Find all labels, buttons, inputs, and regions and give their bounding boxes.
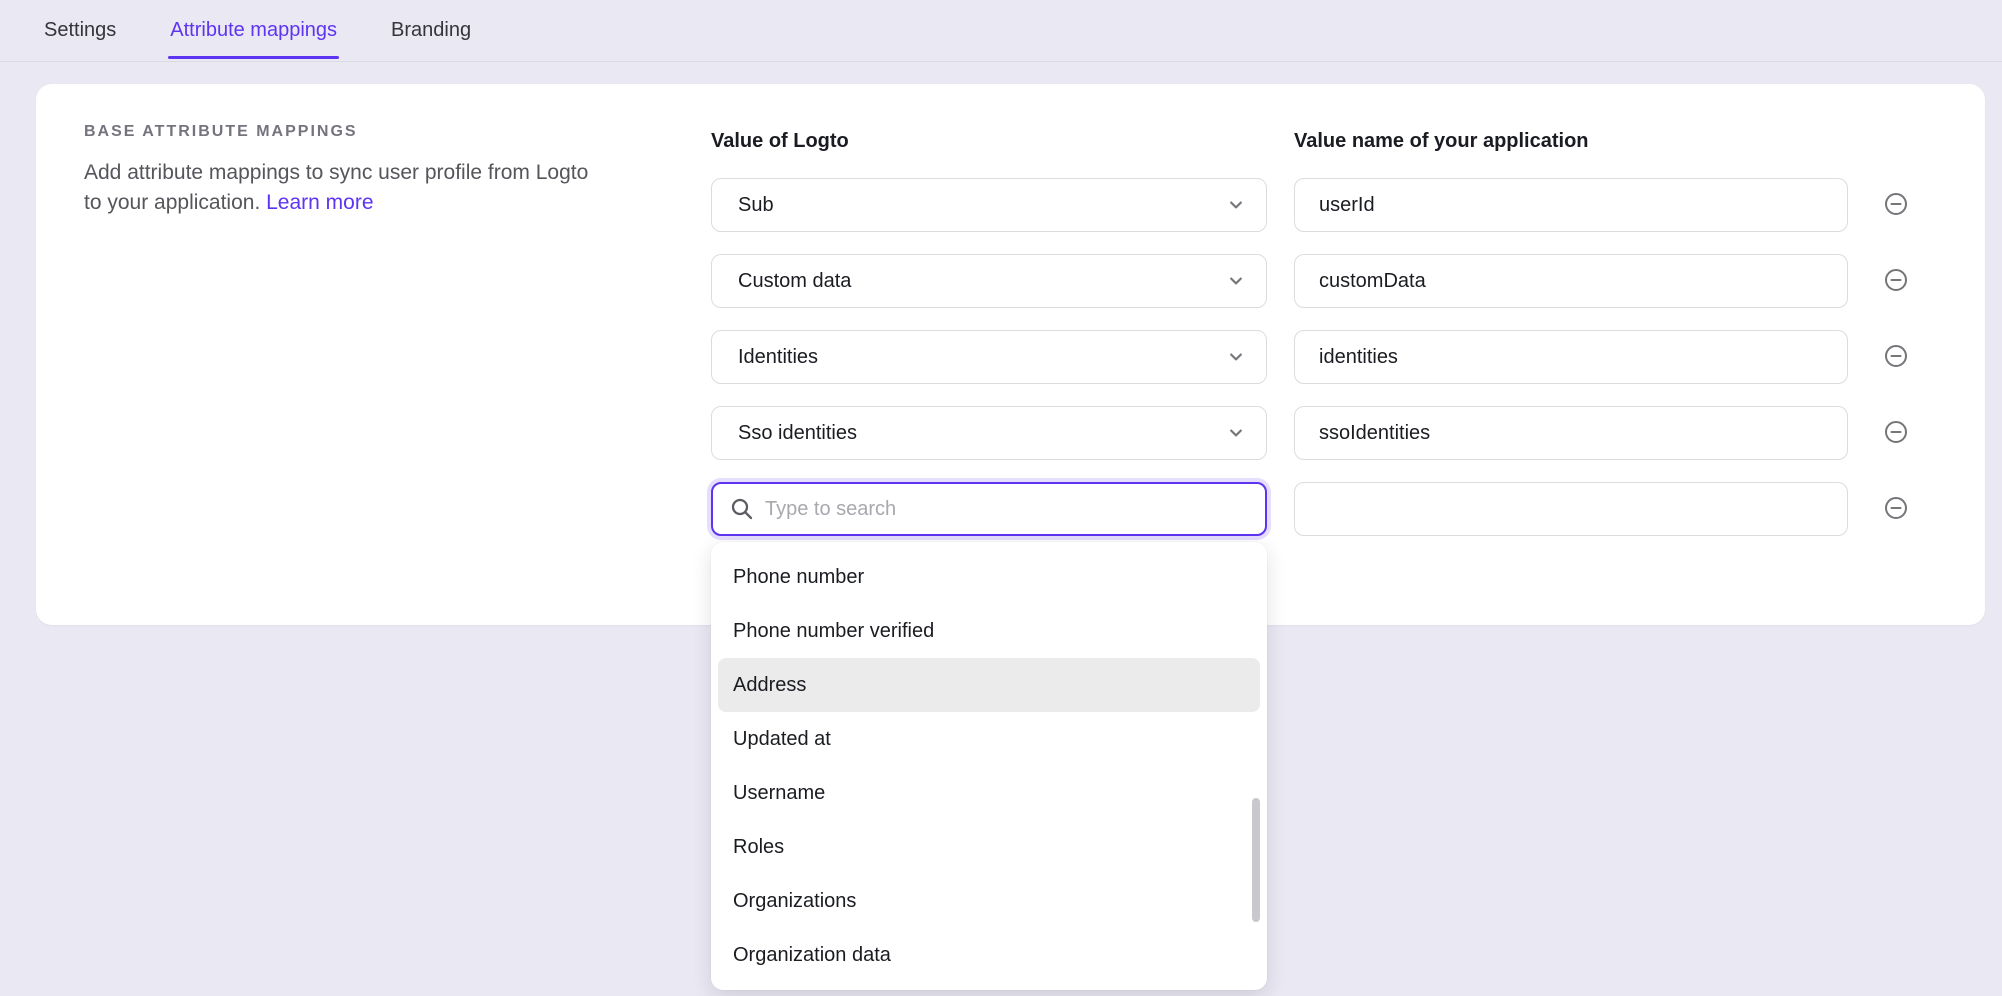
minus-circle-icon bbox=[1884, 268, 1908, 295]
remove-row-5-button[interactable] bbox=[1884, 497, 1908, 521]
remove-row-1-button[interactable] bbox=[1884, 193, 1908, 217]
tab-attribute-mappings[interactable]: Attribute mappings bbox=[168, 0, 339, 61]
search-icon bbox=[729, 496, 755, 522]
logto-value-select-row-3-value: Identities bbox=[738, 346, 818, 369]
app-value-input-row-4[interactable] bbox=[1294, 406, 1848, 460]
column-header-logto: Value of Logto bbox=[711, 130, 849, 153]
tab-branding-label: Branding bbox=[391, 19, 471, 42]
app-value-input-row-2[interactable] bbox=[1294, 254, 1848, 308]
logto-value-select-row-3[interactable]: Identities bbox=[711, 330, 1267, 384]
attribute-options-dropdown: Phone number Phone number verified Addre… bbox=[711, 542, 1267, 990]
logto-value-select-row-2-value: Custom data bbox=[738, 270, 851, 293]
app-value-input-row-1[interactable] bbox=[1294, 178, 1848, 232]
search-input[interactable] bbox=[765, 498, 1249, 521]
dropdown-option-updated-at[interactable]: Updated at bbox=[718, 712, 1260, 766]
learn-more-link[interactable]: Learn more bbox=[266, 191, 373, 214]
dropdown-option-phone-number[interactable]: Phone number bbox=[718, 550, 1260, 604]
chevron-down-icon bbox=[1226, 195, 1246, 215]
chevron-down-icon bbox=[1226, 271, 1246, 291]
dropdown-scrollbar-thumb[interactable] bbox=[1252, 798, 1260, 922]
tab-settings[interactable]: Settings bbox=[42, 0, 118, 61]
tab-bar: Settings Attribute mappings Branding bbox=[0, 0, 2002, 62]
section-title: BASE ATTRIBUTE MAPPINGS bbox=[84, 123, 358, 141]
app-value-input-row-5[interactable] bbox=[1294, 482, 1848, 536]
column-header-application: Value name of your application bbox=[1294, 130, 1589, 153]
logto-value-select-row-1-value: Sub bbox=[738, 194, 774, 217]
chevron-down-icon bbox=[1226, 423, 1246, 443]
remove-row-4-button[interactable] bbox=[1884, 421, 1908, 445]
remove-row-2-button[interactable] bbox=[1884, 269, 1908, 293]
dropdown-option-roles[interactable]: Roles bbox=[718, 820, 1260, 874]
minus-circle-icon bbox=[1884, 344, 1908, 371]
tab-branding[interactable]: Branding bbox=[389, 0, 473, 61]
chevron-down-icon bbox=[1226, 347, 1246, 367]
logto-value-select-row-4-value: Sso identities bbox=[738, 422, 857, 445]
tab-attribute-mappings-label: Attribute mappings bbox=[170, 19, 337, 42]
section-description: Add attribute mappings to sync user prof… bbox=[84, 158, 589, 218]
dropdown-option-address[interactable]: Address bbox=[718, 658, 1260, 712]
active-tab-underline bbox=[168, 56, 339, 59]
logto-value-select-row-1[interactable]: Sub bbox=[711, 178, 1267, 232]
logto-value-select-row-4[interactable]: Sso identities bbox=[711, 406, 1267, 460]
dropdown-option-organization-data[interactable]: Organization data bbox=[718, 928, 1260, 982]
app-value-input-row-3[interactable] bbox=[1294, 330, 1848, 384]
tab-settings-label: Settings bbox=[44, 19, 116, 42]
logto-value-select-row-2[interactable]: Custom data bbox=[711, 254, 1267, 308]
dropdown-option-organizations[interactable]: Organizations bbox=[718, 874, 1260, 928]
logto-value-search-combobox[interactable] bbox=[711, 482, 1267, 536]
dropdown-option-phone-number-verified[interactable]: Phone number verified bbox=[718, 604, 1260, 658]
dropdown-option-username[interactable]: Username bbox=[718, 766, 1260, 820]
minus-circle-icon bbox=[1884, 192, 1908, 219]
remove-row-3-button[interactable] bbox=[1884, 345, 1908, 369]
minus-circle-icon bbox=[1884, 420, 1908, 447]
minus-circle-icon bbox=[1884, 496, 1908, 523]
